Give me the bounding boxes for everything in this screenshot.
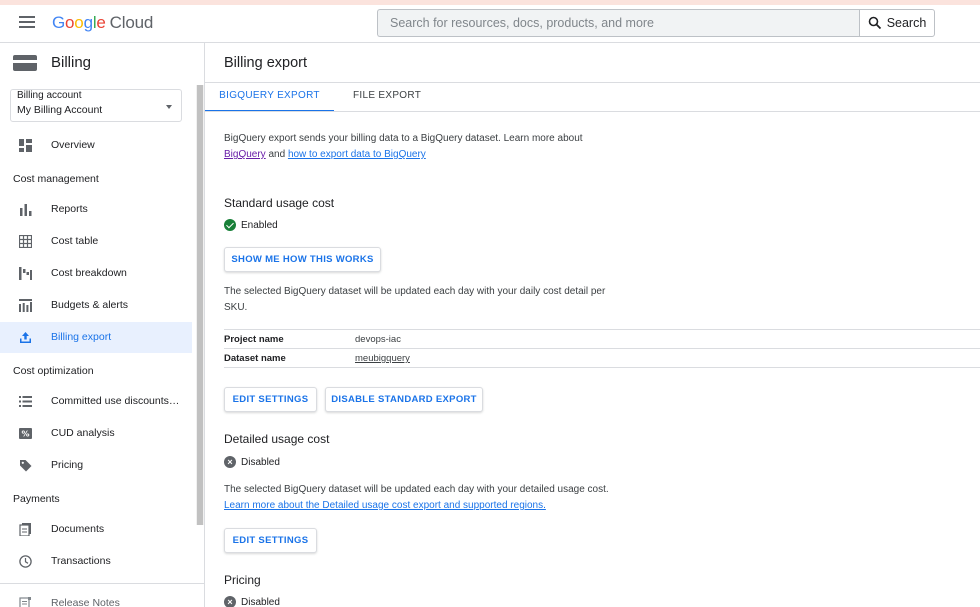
dataset-name-link[interactable]: meubigquery xyxy=(355,353,410,364)
sidebar-item-committed-use-discounts[interactable]: Committed use discounts… xyxy=(0,386,192,417)
sidebar-item-label: Documents xyxy=(51,523,105,535)
kv-divider xyxy=(224,329,980,330)
section-cost-optimization: Cost optimization xyxy=(13,365,94,377)
project-name-value: devops-iac xyxy=(355,334,401,345)
list-icon xyxy=(19,396,32,407)
search-input[interactable] xyxy=(378,10,860,36)
billing-account-label: Billing account xyxy=(17,90,82,101)
standard-description-line2: SKU. xyxy=(224,302,248,313)
sidebar-scrollbar-thumb[interactable] xyxy=(197,85,203,525)
bigquery-link[interactable]: BigQuery xyxy=(224,149,266,160)
sidebar-item-billing-export[interactable]: Billing export xyxy=(0,322,192,353)
sidebar-title: Billing xyxy=(51,54,92,71)
pricing-title: Pricing xyxy=(224,573,261,587)
intro-and-text: and xyxy=(268,149,286,160)
show-me-how-button[interactable]: SHOW ME HOW THIS WORKS xyxy=(224,247,381,272)
sidebar-item-label: Cost table xyxy=(51,235,99,247)
dataset-name-key: Dataset name xyxy=(224,353,286,364)
sidebar-item-label: Pricing xyxy=(51,459,84,471)
documents-icon xyxy=(19,523,31,536)
detailed-learn-more-link[interactable]: Learn more about the Detailed usage cost… xyxy=(224,498,546,514)
pricing-status: × Disabled xyxy=(224,596,280,607)
project-name-key: Project name xyxy=(224,334,284,345)
check-circle-icon xyxy=(224,219,236,231)
sidebar-item-overview[interactable]: Overview xyxy=(0,130,192,161)
standard-status-text: Enabled xyxy=(241,219,278,231)
pricing-status-text: Disabled xyxy=(241,596,280,607)
top-header: Google Cloud Search xyxy=(0,5,980,43)
kv-divider xyxy=(224,367,980,368)
sidebar-item-transactions[interactable]: Transactions xyxy=(0,546,192,577)
sidebar-title-row: Billing xyxy=(0,43,204,83)
sidebar-item-label: Reports xyxy=(51,203,88,215)
budget-chart-icon xyxy=(19,299,32,312)
detailed-usage-title: Detailed usage cost xyxy=(224,432,330,446)
sidebar-item-label: Committed use discounts… xyxy=(51,395,180,407)
sidebar-item-label: Budgets & alerts xyxy=(51,299,129,311)
svg-text:%: % xyxy=(21,430,29,439)
standard-description-line1: The selected BigQuery dataset will be up… xyxy=(224,286,606,297)
sidebar-item-cost-table[interactable]: Cost table xyxy=(0,226,192,257)
cancel-circle-icon: × xyxy=(224,456,236,468)
sidebar-item-label: Billing export xyxy=(51,331,112,343)
page-title: Billing export xyxy=(224,55,308,71)
billing-account-select[interactable]: Billing account My Billing Account xyxy=(10,89,182,122)
intro-text: BigQuery export sends your billing data … xyxy=(224,133,583,144)
search-icon xyxy=(868,16,881,30)
sidebar-item-label: Overview xyxy=(51,139,95,151)
standard-status: Enabled xyxy=(224,219,278,231)
credit-card-icon xyxy=(13,55,37,71)
edit-settings-button[interactable]: EDIT SETTINGS xyxy=(224,387,317,412)
sidebar-item-cud-analysis[interactable]: % CUD analysis xyxy=(0,418,192,449)
billing-account-value: My Billing Account xyxy=(17,104,103,116)
title-divider xyxy=(205,82,980,83)
kv-divider xyxy=(224,348,980,349)
dashboard-icon xyxy=(19,139,32,152)
upload-icon xyxy=(20,332,31,343)
main-content: Billing export BIGQUERY EXPORT FILE EXPO… xyxy=(205,43,980,607)
sidebar-item-label: Transactions xyxy=(51,555,111,567)
sidebar-item-pricing[interactable]: Pricing xyxy=(0,450,192,481)
search-button-label: Search xyxy=(886,16,927,30)
sidebar-item-label: Release Notes xyxy=(51,597,120,607)
cancel-circle-icon: × xyxy=(224,596,236,607)
hamburger-menu-icon[interactable] xyxy=(19,16,35,30)
detailed-description: The selected BigQuery dataset will be up… xyxy=(224,484,609,495)
tabs-divider xyxy=(205,111,980,112)
standard-usage-title: Standard usage cost xyxy=(224,196,335,210)
sidebar-item-reports[interactable]: Reports xyxy=(0,194,192,225)
release-notes-icon xyxy=(19,597,31,607)
percent-icon: % xyxy=(19,428,32,439)
detailed-edit-settings-button[interactable]: EDIT SETTINGS xyxy=(224,528,317,553)
tab-file-export[interactable]: FILE EXPORT xyxy=(353,90,421,112)
detailed-status-text: Disabled xyxy=(241,456,280,468)
section-payments: Payments xyxy=(13,493,60,505)
sidebar-item-cost-breakdown[interactable]: Cost breakdown xyxy=(0,258,192,289)
sidebar-item-documents[interactable]: Documents xyxy=(0,514,192,545)
section-cost-management: Cost management xyxy=(13,173,99,185)
sidebar-item-label: Cost breakdown xyxy=(51,267,127,279)
waterfall-chart-icon xyxy=(19,267,32,280)
sidebar: Billing Billing account My Billing Accou… xyxy=(0,43,205,607)
how-to-export-link[interactable]: how to export data to BigQuery xyxy=(288,149,426,160)
table-icon xyxy=(19,235,32,248)
search-box xyxy=(377,9,860,37)
clock-icon xyxy=(19,555,32,568)
tag-icon xyxy=(20,460,32,472)
google-cloud-logo[interactable]: Google Cloud xyxy=(52,13,153,33)
sidebar-item-release-notes[interactable]: Release Notes xyxy=(0,588,192,607)
search-button[interactable]: Search xyxy=(859,9,935,37)
intro-links-line: BigQuery and how to export data to BigQu… xyxy=(224,147,426,163)
tab-bigquery-export[interactable]: BIGQUERY EXPORT xyxy=(205,90,334,112)
disable-standard-export-button[interactable]: DISABLE STANDARD EXPORT xyxy=(325,387,483,412)
bar-chart-icon xyxy=(20,204,32,216)
dropdown-arrow-icon xyxy=(166,105,172,109)
sidebar-divider xyxy=(0,583,204,584)
sidebar-item-label: CUD analysis xyxy=(51,427,115,439)
sidebar-item-budgets-alerts[interactable]: Budgets & alerts xyxy=(0,290,192,321)
detailed-status: × Disabled xyxy=(224,456,280,468)
